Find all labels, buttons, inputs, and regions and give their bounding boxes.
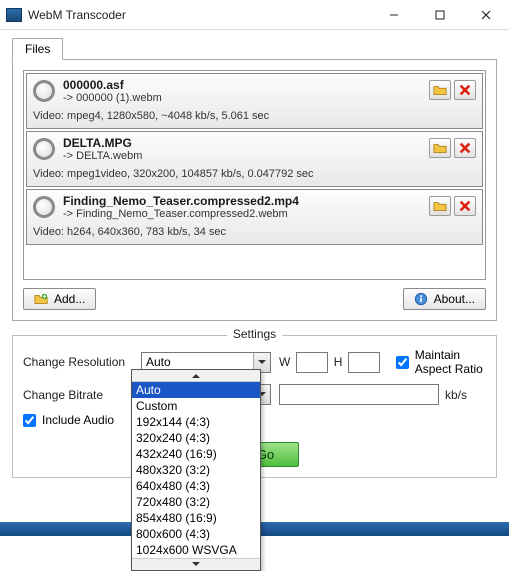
app-icon (6, 8, 22, 22)
resolution-option[interactable]: 480x320 (3:2) (132, 462, 260, 478)
resolution-option[interactable]: 800x600 (4:3) (132, 526, 260, 542)
about-button[interactable]: About... (403, 288, 486, 310)
file-row: 000000.asf -> 000000 (1).webm Video: mpe… (26, 73, 483, 129)
resolution-option[interactable]: 640x480 (4:3) (132, 478, 260, 494)
file-name: Finding_Nemo_Teaser.compressed2.mp4 (63, 194, 476, 208)
resolution-value: Auto (146, 355, 171, 369)
maintain-aspect-input[interactable] (396, 356, 409, 369)
minimize-button[interactable] (371, 0, 417, 30)
close-button[interactable] (463, 0, 509, 30)
settings-legend: Settings (227, 327, 282, 341)
file-info: Video: h264, 640x360, 783 kb/s, 34 sec (33, 226, 476, 238)
file-output: -> DELTA.webm (63, 150, 476, 162)
add-button[interactable]: Add... (23, 288, 96, 310)
resolution-option[interactable]: 1024x600 WSVGA (132, 542, 260, 558)
file-row: Finding_Nemo_Teaser.compressed2.mp4 -> F… (26, 189, 483, 245)
add-label: Add... (54, 292, 85, 306)
remove-button[interactable] (454, 196, 476, 216)
file-output: -> Finding_Nemo_Teaser.compressed2.webm (63, 208, 476, 220)
bitrate-input[interactable] (279, 384, 439, 405)
h-label: H (334, 355, 343, 369)
remove-button[interactable] (454, 80, 476, 100)
height-input[interactable] (348, 352, 379, 373)
include-audio-input[interactable] (23, 414, 36, 427)
include-audio-label: Include Audio (42, 413, 114, 427)
titlebar: WebM Transcoder (0, 0, 509, 30)
tab-strip: Files (12, 38, 497, 60)
change-bitrate-label: Change Bitrate (23, 388, 133, 402)
open-folder-button[interactable] (429, 196, 451, 216)
file-row: DELTA.MPG -> DELTA.webm Video: mpeg1vide… (26, 131, 483, 187)
file-output: -> 000000 (1).webm (63, 92, 476, 104)
maximize-button[interactable] (417, 0, 463, 30)
progress-icon (33, 196, 55, 218)
add-icon (34, 292, 48, 306)
scroll-down-button[interactable] (132, 558, 260, 570)
file-name: 000000.asf (63, 78, 476, 92)
about-label: About... (434, 292, 475, 306)
resolution-option[interactable]: 854x480 (16:9) (132, 510, 260, 526)
file-info: Video: mpeg1video, 320x200, 104857 kb/s,… (33, 168, 476, 180)
scroll-up-button[interactable] (132, 370, 260, 382)
progress-icon (33, 80, 55, 102)
files-toolbar: Add... About... (23, 288, 486, 310)
tab-files[interactable]: Files (12, 38, 63, 60)
resolution-option[interactable]: 192x144 (4:3) (132, 414, 260, 430)
resolution-dropdown[interactable]: AutoCustom192x144 (4:3)320x240 (4:3)432x… (131, 369, 261, 571)
include-audio-checkbox[interactable]: Include Audio (23, 413, 114, 427)
open-folder-button[interactable] (429, 80, 451, 100)
window-title: WebM Transcoder (28, 8, 126, 22)
resolution-option[interactable]: 432x240 (16:9) (132, 446, 260, 462)
progress-icon (33, 138, 55, 160)
w-label: W (279, 355, 290, 369)
info-icon (414, 292, 428, 306)
maintain-aspect-label: Maintain Aspect Ratio (415, 348, 486, 376)
change-resolution-label: Change Resolution (23, 355, 133, 369)
files-panel: 000000.asf -> 000000 (1).webm Video: mpe… (12, 59, 497, 321)
resolution-option[interactable]: 720x480 (3:2) (132, 494, 260, 510)
remove-button[interactable] (454, 138, 476, 158)
settings-group: Settings Change Resolution Auto W H Main… (12, 335, 497, 478)
resolution-option[interactable]: 320x240 (4:3) (132, 430, 260, 446)
resolution-option[interactable]: Custom (132, 398, 260, 414)
file-list: 000000.asf -> 000000 (1).webm Video: mpe… (23, 70, 486, 280)
open-folder-button[interactable] (429, 138, 451, 158)
resolution-option[interactable]: Auto (132, 382, 260, 398)
file-info: Video: mpeg4, 1280x580, ~4048 kb/s, 5.06… (33, 110, 476, 122)
width-input[interactable] (296, 352, 327, 373)
kbs-label: kb/s (445, 388, 467, 402)
maintain-aspect-checkbox[interactable]: Maintain Aspect Ratio (396, 348, 486, 376)
file-name: DELTA.MPG (63, 136, 476, 150)
